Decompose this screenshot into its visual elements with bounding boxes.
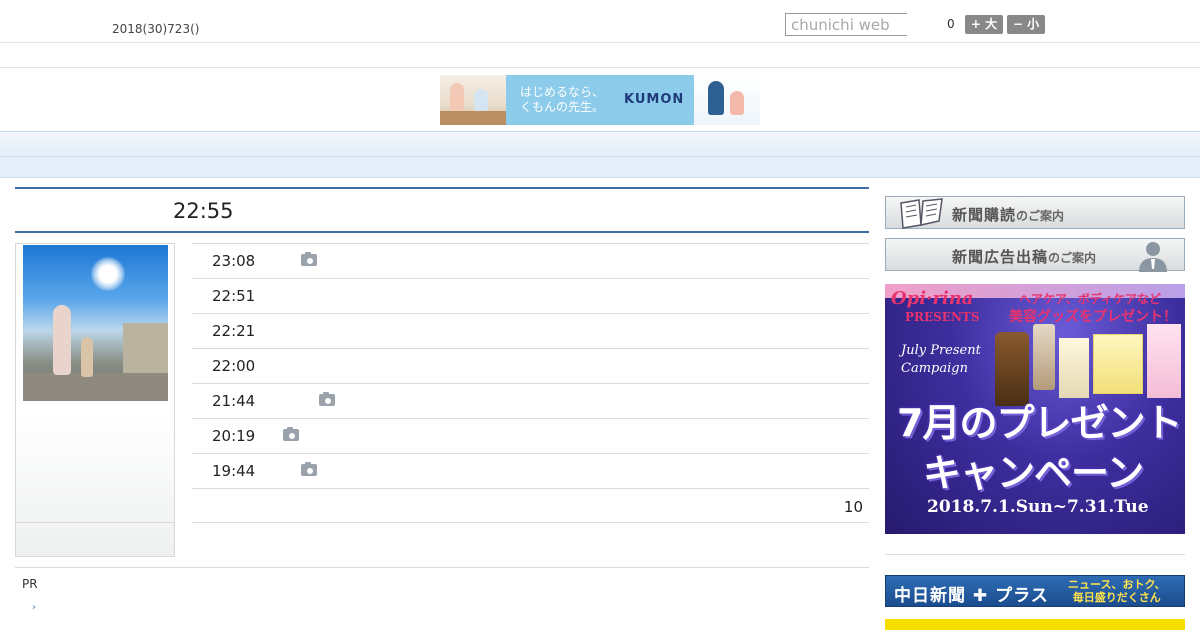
ad-script-line2: Campaign	[901, 361, 968, 376]
ad-product-image	[1147, 324, 1181, 398]
subscription-info-button[interactable]: 新聞購読のご案内	[885, 196, 1185, 229]
news-time: 22:21	[212, 322, 256, 340]
ad-product-image	[1033, 324, 1055, 390]
font-size-increase-button[interactable]: + 大	[965, 15, 1003, 34]
headline-time: 22:55	[173, 199, 234, 223]
ad-product-image	[1093, 334, 1143, 394]
more-link[interactable]: 10	[844, 498, 863, 516]
ad-headline-1: 7月のプレゼント	[897, 401, 1182, 445]
subscription-suffix: のご案内	[1016, 209, 1065, 223]
banner-text-line2: くもんの先生。	[520, 100, 605, 114]
plus-tag-line2: 毎日盛りだくさん	[1072, 591, 1161, 604]
current-date: 2018(30)723()	[112, 22, 200, 36]
photo-box-divider	[16, 522, 174, 523]
ad-headline-2: キャンペーン	[923, 451, 1144, 495]
ad-placement-info-button[interactable]: 新聞広告出稿のご案内	[885, 238, 1185, 272]
yellow-banner-strip[interactable]	[885, 619, 1185, 630]
sub-nav	[0, 156, 1200, 178]
search-input[interactable]	[785, 13, 907, 36]
camera-icon	[301, 252, 317, 266]
ad-script-line1: July Present	[901, 343, 981, 358]
pr-label: PR	[22, 577, 38, 591]
banner-photo-right	[694, 75, 760, 125]
chunichi-plus-banner[interactable]: 中日新聞 ✚ プラス ニュース、おトク、 毎日盛りだくさん	[885, 575, 1185, 607]
news-row[interactable]: 23:08	[192, 243, 869, 278]
kumon-logo: KUMON	[624, 92, 685, 107]
banner-photo-left	[440, 75, 506, 125]
ad-brand: Opi·rina	[891, 288, 974, 309]
news-row[interactable]: 22:51	[192, 278, 869, 313]
banner-text-line1: はじめるなら、	[520, 85, 605, 99]
ad-goods-line: 美容グッズをプレゼント！	[1009, 309, 1177, 325]
news-row[interactable]: 22:21	[192, 313, 869, 348]
ad-placement-label: 新聞広告出稿	[952, 248, 1049, 266]
camera-icon	[301, 462, 317, 476]
fontsize-label: 0	[947, 17, 955, 31]
news-time: 20:19	[212, 427, 256, 445]
section-headline: 22:55	[15, 187, 869, 233]
ad-dates: 2018.7.1.Sun~7.31.Tue	[927, 497, 1149, 517]
font-size-decrease-button[interactable]: − 小	[1007, 15, 1045, 34]
top-photo-box	[15, 243, 175, 557]
open-book-icon	[900, 198, 943, 229]
camera-icon	[283, 427, 299, 441]
news-row[interactable]: 20:19	[192, 418, 869, 453]
main-nav	[0, 131, 1200, 156]
pr-arrow-icon[interactable]: ›	[32, 602, 36, 613]
plus-banner-name: 中日新聞 ✚ プラス	[894, 586, 1049, 606]
news-time: 22:00	[212, 357, 256, 375]
news-row[interactable]: 22:00	[192, 348, 869, 383]
camera-icon	[319, 392, 335, 406]
plus-tag-line1: ニュース、おトク、	[1068, 578, 1166, 591]
ad-care-line: ヘアケア、ボディケアなど	[1019, 292, 1161, 306]
ad-placement-suffix: のご案内	[1048, 251, 1097, 265]
sidebar-divider	[885, 554, 1185, 555]
news-row[interactable]: 21:44	[192, 383, 869, 418]
ad-product-image	[1059, 338, 1089, 398]
news-list: 23:08 22:51 22:21 22:00 21:44 20:19 19:4…	[192, 243, 869, 523]
news-time: 21:44	[212, 392, 256, 410]
top-bar: 2018(30)723() 0 + 大 − 小	[0, 0, 1200, 43]
news-time: 23:08	[212, 252, 256, 270]
opirina-campaign-ad[interactable]: Opi·rina PRESENTS ヘアケア、ボディケアなど 美容グッズをプレゼ…	[885, 284, 1185, 534]
person-icon	[1139, 242, 1167, 272]
sub-header-bar	[0, 43, 1200, 68]
pr-divider	[15, 567, 869, 568]
news-time: 22:51	[212, 287, 256, 305]
subscription-label: 新聞購読	[952, 206, 1017, 224]
top-news-photo[interactable]	[23, 245, 168, 401]
news-time: 19:44	[212, 462, 256, 480]
news-row[interactable]: 19:44	[192, 453, 869, 488]
ad-presents: PRESENTS	[905, 310, 980, 324]
kumon-banner-ad[interactable]: はじめるなら、 くもんの先生。 KUMON	[440, 75, 760, 125]
more-row: 10	[192, 488, 869, 523]
